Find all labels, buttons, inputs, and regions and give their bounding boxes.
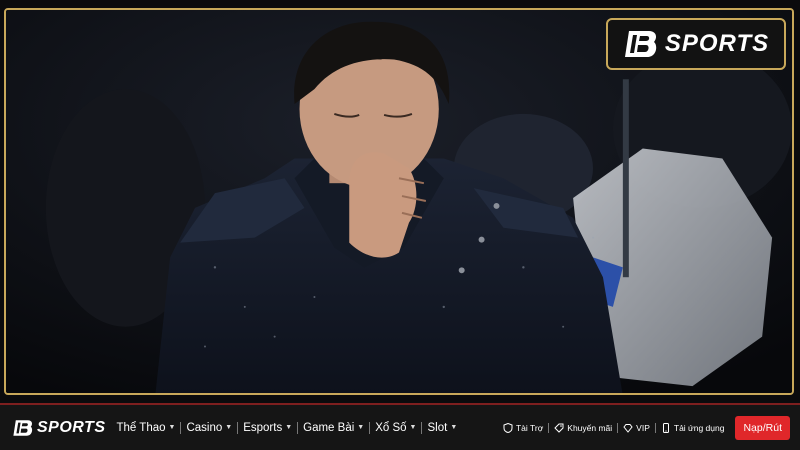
menu-label: Xổ Số — [375, 421, 407, 434]
link-label: Tài Trợ — [515, 422, 544, 433]
menu-item-xo-so[interactable]: Xổ Số ▼ — [370, 422, 421, 434]
menu-label: Casino — [186, 421, 223, 434]
brand-b-logo-icon — [623, 29, 659, 59]
menu-label: Esports — [243, 421, 283, 434]
menu-label: Game Bài — [303, 421, 355, 434]
menu-label: Thể Thao — [116, 421, 166, 434]
menu-item-slot[interactable]: Slot ▼ — [422, 422, 462, 434]
deposit-withdraw-button[interactable]: Nạp/Rút — [735, 415, 790, 440]
brand-b-logo-icon — [12, 419, 34, 437]
caret-down-icon: ▼ — [409, 424, 417, 431]
menu-item-the-thao[interactable]: Thể Thao ▼ — [112, 422, 181, 434]
caret-down-icon: ▼ — [357, 424, 365, 431]
link-label: Tải ứng dụng — [673, 422, 725, 433]
caret-down-icon: ▼ — [450, 424, 458, 431]
caret-down-icon: ▼ — [285, 424, 293, 431]
shield-icon — [503, 422, 513, 433]
link-label: VIP — [636, 422, 650, 433]
brand-name: SPORTS — [664, 30, 770, 57]
link-tai-ung-dung[interactable]: Tải ứng dụng — [656, 422, 730, 433]
menu-item-esports[interactable]: Esports ▼ — [238, 422, 297, 434]
brand-logo-badge: SPORTS — [606, 18, 786, 70]
bottom-navbar: SPORTS Thể Thao ▼ Casino ▼ Esports ▼ Game B… — [0, 405, 800, 450]
link-vip[interactable]: VIP — [618, 423, 655, 433]
tag-icon — [554, 423, 564, 433]
secondary-links: Tài Trợ Khuyến mãi VIP Tải ứng dụng Nạp/… — [498, 415, 790, 440]
link-tai-tro[interactable]: Tài Trợ — [498, 422, 548, 433]
link-khuyen-mai[interactable]: Khuyến mãi — [549, 423, 617, 433]
nav-brand-name: SPORTS — [37, 418, 106, 436]
main-menu: Thể Thao ▼ Casino ▼ Esports ▼ Game Bài ▼ Xổ … — [112, 421, 463, 434]
nav-logo[interactable]: SPORTS — [12, 419, 106, 437]
caret-down-icon: ▼ — [168, 424, 176, 431]
diamond-icon — [623, 423, 633, 433]
caret-down-icon: ▼ — [225, 424, 233, 431]
menu-label: Slot — [427, 421, 448, 434]
menu-item-casino[interactable]: Casino ▼ — [181, 422, 237, 434]
link-label: Khuyến mãi — [567, 422, 613, 433]
phone-icon — [661, 422, 671, 433]
menu-item-game-bai[interactable]: Game Bài ▼ — [298, 422, 369, 434]
